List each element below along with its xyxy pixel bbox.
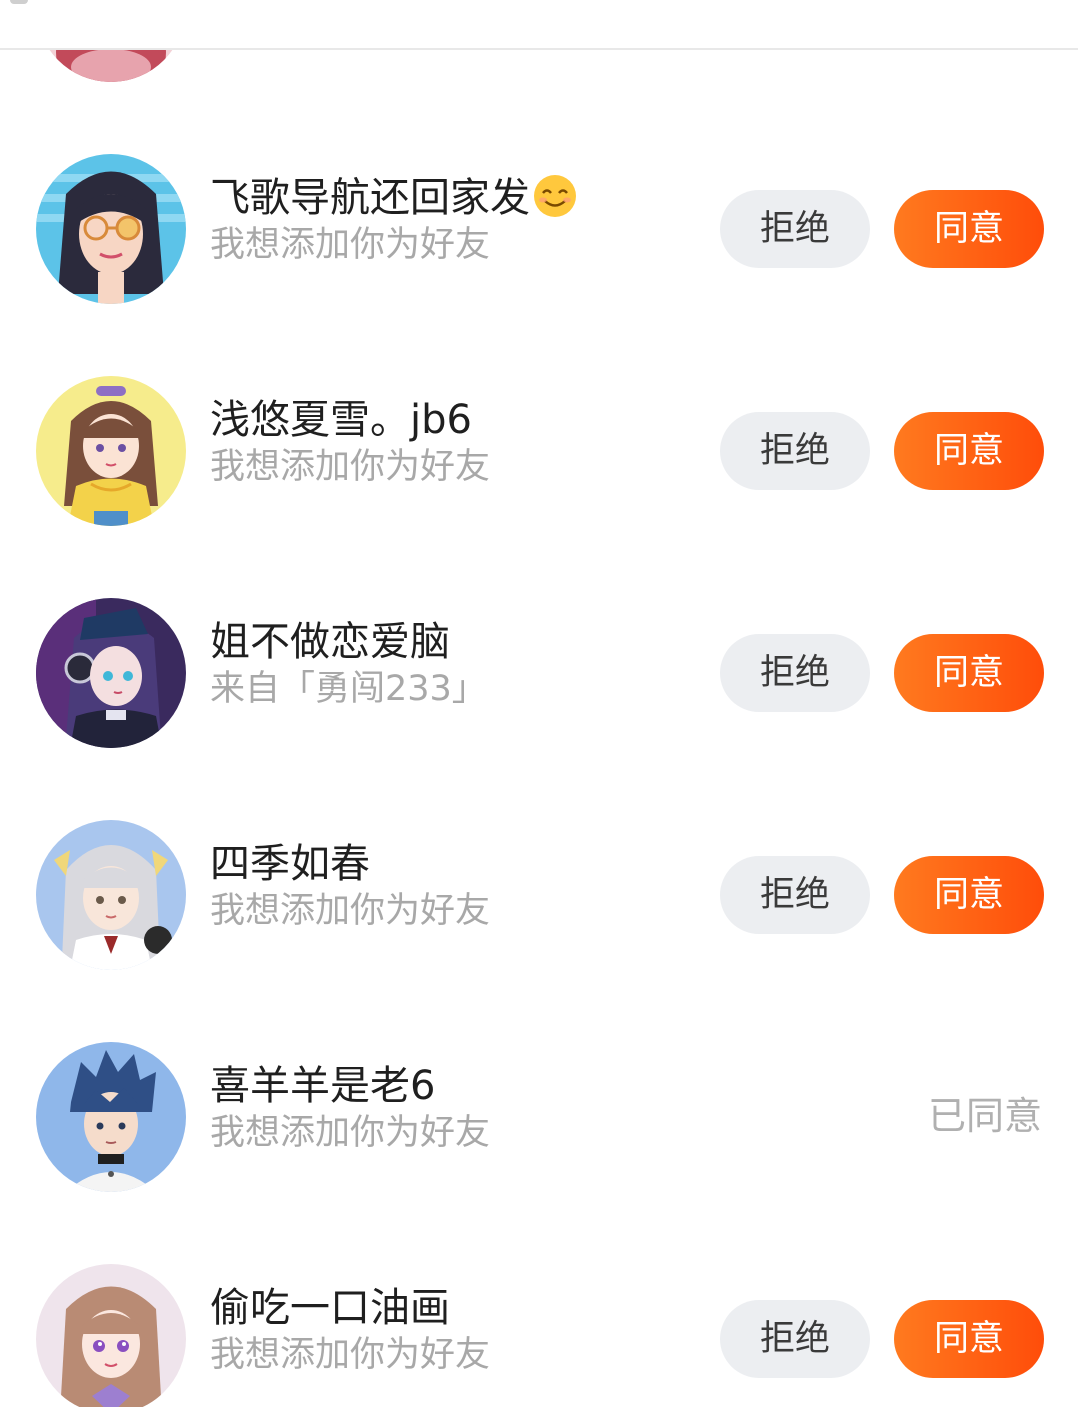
request-item: 浅悠夏雪。jb6 我想添加你为好友 拒绝 同意 (0, 370, 1078, 530)
accept-button[interactable]: 同意 (894, 190, 1044, 268)
request-message: 来自「勇闯233」 (210, 669, 487, 709)
request-item: 四季如春 我想添加你为好友 拒绝 同意 (0, 814, 1078, 974)
smiling-face-emoji-icon (534, 175, 576, 217)
top-bar-edge (10, 0, 28, 4)
user-name: 四季如春 (210, 841, 370, 887)
avatar[interactable] (36, 598, 186, 748)
accept-button[interactable]: 同意 (894, 856, 1044, 934)
user-name: 飞歌导航还回家发 (210, 172, 578, 224)
request-message: 我想添加你为好友 (210, 225, 491, 265)
request-item: 姐不做恋爱脑 来自「勇闯233」 拒绝 同意 (0, 592, 1078, 752)
accept-button[interactable]: 同意 (894, 412, 1044, 490)
reject-button[interactable]: 拒绝 (720, 412, 870, 490)
user-name: 偷吃一口油画 (210, 1285, 450, 1331)
accept-button[interactable]: 同意 (894, 634, 1044, 712)
request-message: 我想添加你为好友 (210, 891, 491, 931)
avatar[interactable] (36, 154, 186, 304)
reject-button[interactable]: 拒绝 (720, 190, 870, 268)
reject-button[interactable]: 拒绝 (720, 856, 870, 934)
request-message: 我想添加你为好友 (210, 1113, 491, 1153)
reject-button[interactable]: 拒绝 (720, 634, 870, 712)
accepted-status: 已同意 (927, 1094, 1042, 1138)
request-item: 偷吃一口油画 我想添加你为好友 拒绝 同意 (0, 1258, 1078, 1407)
avatar[interactable] (36, 1264, 186, 1407)
top-bar (0, 0, 1078, 50)
reject-button[interactable]: 拒绝 (720, 1300, 870, 1378)
user-name: 姐不做恋爱脑 (210, 619, 450, 665)
accept-button[interactable]: 同意 (894, 1300, 1044, 1378)
request-item: 喜羊羊是老6 我想添加你为好友 已同意 (0, 1036, 1078, 1196)
request-item: 飞歌导航还回家发 我想添加你为好友 拒绝 同意 (0, 148, 1078, 308)
user-name: 喜羊羊是老6 (210, 1063, 436, 1109)
avatar[interactable] (36, 820, 186, 970)
friend-requests-page: 飞歌导航还回家发 我想添加你为好友 拒绝 同意 浅悠夏雪。jb6 我想添加你为好… (0, 0, 1078, 1407)
avatar[interactable] (36, 1042, 186, 1192)
user-name-text: 飞歌导航还回家发 (210, 175, 530, 221)
request-message: 我想添加你为好友 (210, 447, 491, 487)
user-name: 浅悠夏雪。jb6 (210, 397, 472, 443)
avatar[interactable] (36, 376, 186, 526)
request-message: 我想添加你为好友 (210, 1335, 491, 1375)
